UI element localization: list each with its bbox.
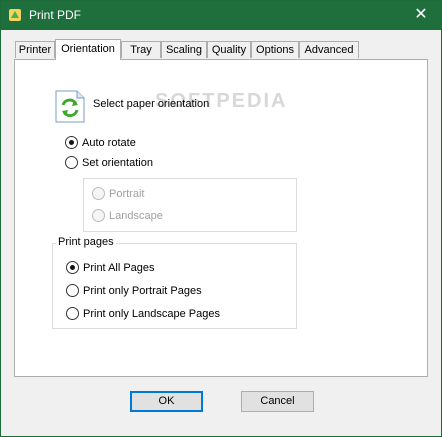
portrait-radio-button[interactable] [92,187,105,200]
tab-quality[interactable]: Quality [207,41,251,58]
tab-scaling[interactable]: Scaling [161,41,207,58]
print-portrait-pages-label: Print only Portrait Pages [83,285,202,297]
auto-rotate-radio-button[interactable] [65,136,78,149]
title-bar[interactable]: Print PDF ✕ [1,1,441,30]
print-landscape-pages-label: Print only Landscape Pages [83,308,220,320]
print-portrait-pages-radio-button[interactable] [66,284,79,297]
print-all-pages-radio-button[interactable] [66,261,79,274]
app-icon [8,8,22,22]
print-pdf-dialog: Print PDF ✕ Printer Orientation Tray Sca… [0,0,442,437]
orientation-panel: SOFTPEDIA Select paper orientation Auto … [14,59,428,377]
tab-tray[interactable]: Tray [121,41,161,58]
ok-button[interactable]: OK [130,391,203,412]
print-pages-caption: Print pages [56,236,116,248]
close-icon[interactable]: ✕ [401,1,441,30]
auto-rotate-label: Auto rotate [82,137,136,149]
orientation-rotate-icon [53,89,89,125]
print-landscape-pages-radio-button[interactable] [66,307,79,320]
set-orientation-label: Set orientation [82,157,153,169]
tab-advanced[interactable]: Advanced [299,41,359,58]
orientation-choice-group: Portrait Landscape [83,178,297,232]
set-orientation-radio-button[interactable] [65,156,78,169]
tab-options[interactable]: Options [251,41,299,58]
tab-orientation[interactable]: Orientation [55,39,121,60]
landscape-label: Landscape [109,210,163,222]
tab-printer[interactable]: Printer [15,41,55,58]
print-all-pages-label: Print All Pages [83,262,155,274]
print-pages-group: Print pages Print All Pages Print only P… [52,236,297,329]
portrait-label: Portrait [109,188,145,200]
orientation-heading: Select paper orientation [93,98,210,110]
cancel-button[interactable]: Cancel [241,391,314,412]
window-title: Print PDF [29,8,82,22]
landscape-radio-button[interactable] [92,209,105,222]
